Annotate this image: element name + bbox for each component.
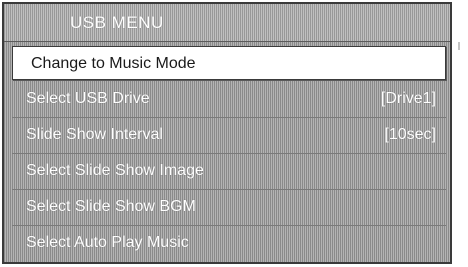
- menu-item-select-auto-play-music[interactable]: Select Auto Play Music: [12, 226, 446, 260]
- menu-item-select-slide-show-bgm[interactable]: Select Slide Show BGM: [12, 190, 446, 224]
- menu-item-label: Select USB Drive: [26, 90, 150, 107]
- menu-item-label: Slide Show Interval: [26, 126, 163, 143]
- edge-tick-icon: [458, 42, 460, 50]
- menu-item-label: Change to Music Mode: [31, 55, 196, 72]
- menu-item-select-usb-drive[interactable]: Select USB Drive [Drive1]: [12, 82, 446, 116]
- menu-item-select-slide-show-image[interactable]: Select Slide Show Image: [12, 154, 446, 188]
- menu-item-value: [10sec]: [384, 126, 436, 143]
- menu-item-change-to-music-mode[interactable]: Change to Music Mode: [12, 46, 446, 80]
- usb-menu-panel: USB MENU Change to Music Mode Select USB…: [2, 2, 452, 264]
- menu-item-slide-show-interval[interactable]: Slide Show Interval [10sec]: [12, 118, 446, 152]
- scroll-edge-mark: [456, 40, 462, 68]
- menu-item-value: [Drive1]: [380, 90, 436, 107]
- menu-item-label: Select Auto Play Music: [26, 234, 189, 251]
- menu-item-label: Select Slide Show BGM: [26, 198, 196, 215]
- menu-header: USB MENU: [4, 4, 450, 42]
- menu-title: USB MENU: [70, 13, 164, 32]
- menu-item-label: Select Slide Show Image: [26, 162, 204, 179]
